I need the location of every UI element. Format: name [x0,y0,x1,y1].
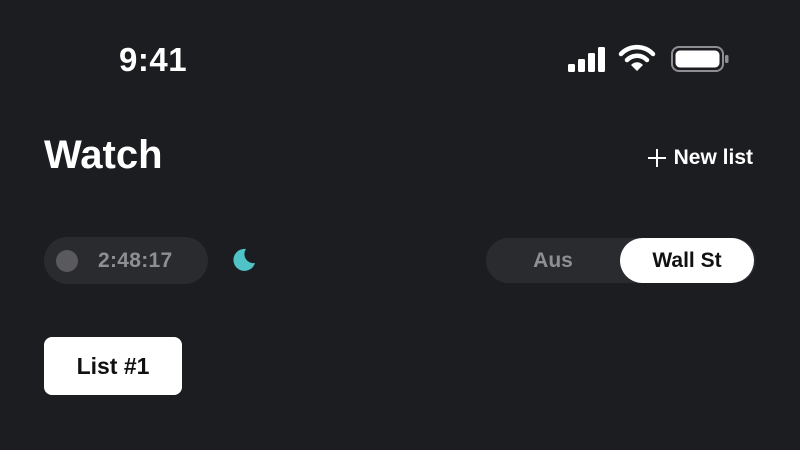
watch-screen: 9:41 Watch New list 2:48:17 Aus Wall St … [0,0,800,450]
circle-status-icon [56,249,78,272]
plus-icon [647,149,666,167]
status-bar-time: 9:41 [119,41,188,78]
market-timer-text: 2:48:17 [98,248,173,272]
signal-icon [568,47,605,72]
wifi-icon [618,44,656,71]
page-title: Watch [44,133,163,177]
new-list-label: New list [673,146,753,169]
moon-icon [233,248,255,271]
status-bar-icons [566,44,730,74]
market-toggle: Aus Wall St [486,238,756,283]
market-timer: 2:48:17 [44,237,208,284]
list-tab[interactable]: List #1 [44,337,182,395]
battery-icon [671,46,729,72]
market-option-aus[interactable]: Aus [486,238,620,283]
market-option-wall-st[interactable]: Wall St [620,238,754,283]
new-list-button[interactable]: New list [647,144,753,172]
